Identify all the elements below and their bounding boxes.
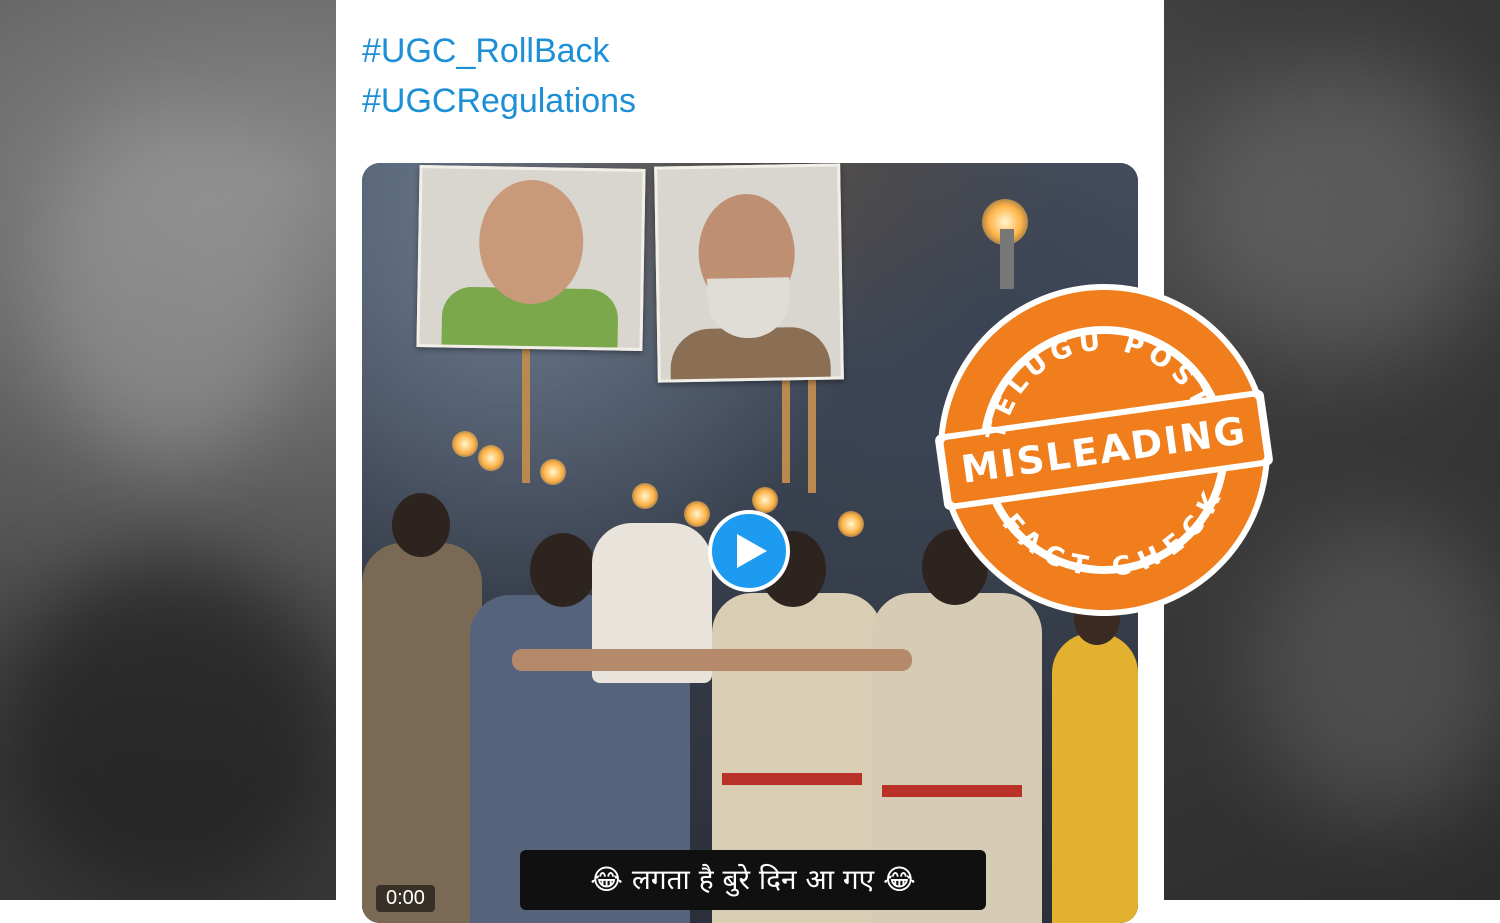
hashtag-link[interactable]: #UGC_RollBack: [362, 26, 636, 76]
video-timestamp: 0:00: [376, 885, 435, 912]
hashtag-list: #UGC_RollBack #UGCRegulations: [362, 26, 636, 126]
play-button[interactable]: [708, 510, 790, 592]
play-icon: [737, 534, 767, 568]
protest-poster: [416, 165, 646, 351]
protest-poster: [654, 163, 844, 383]
fact-check-stamp: TELUGU POST FACT CHECK MISLEADING: [912, 258, 1296, 642]
stamp-graphic: TELUGU POST FACT CHECK MISLEADING: [935, 284, 1273, 616]
video-caption: 😂 लगता है बुरे दिन आ गए 😂: [520, 850, 986, 910]
hashtag-link[interactable]: #UGCRegulations: [362, 76, 636, 126]
